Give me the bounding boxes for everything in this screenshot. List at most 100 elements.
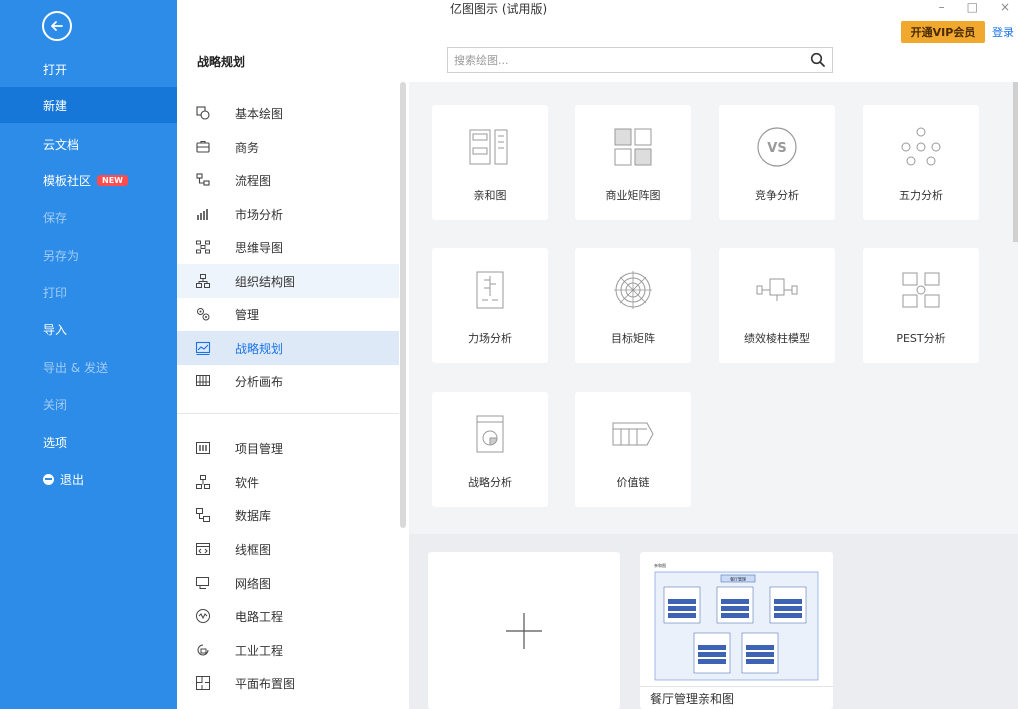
sidebar-item-open[interactable]: 打开 xyxy=(0,51,177,87)
industrial-icon xyxy=(194,641,212,659)
template-label: 力场分析 xyxy=(468,332,512,345)
category-label: 管理 xyxy=(235,307,260,322)
value-chain-icon xyxy=(603,412,663,456)
template-card-target-matrix[interactable]: 目标矩阵 xyxy=(575,248,691,363)
category-list: 基本绘图 商务 流程图 市场分析 思维导图 组织结构图 管理 战略规划 分析画布… xyxy=(177,94,405,709)
category-analysis-canvas[interactable]: 分析画布 xyxy=(177,364,399,398)
category-floor-plan[interactable]: 平面布置图 xyxy=(177,666,399,700)
template-card-competition[interactable]: VS 竞争分析 xyxy=(719,105,835,220)
sidebar-item-label: 关闭 xyxy=(43,397,68,412)
close-button[interactable]: × xyxy=(1000,0,1010,14)
sidebar-item-label: 模板社区 xyxy=(43,173,92,188)
maximize-button[interactable]: □ xyxy=(967,0,978,14)
sidebar-item-label: 新建 xyxy=(43,98,68,113)
pest-icon xyxy=(891,268,951,312)
category-project-management[interactable]: 项目管理 xyxy=(177,431,399,465)
thumb-corner-label: 亲和图 xyxy=(654,562,666,568)
category-label: 思维导图 xyxy=(235,240,284,255)
category-industrial[interactable]: 工业工程 xyxy=(177,633,399,667)
category-business[interactable]: 商务 xyxy=(177,130,399,164)
category-label: 流程图 xyxy=(235,173,272,188)
page-title: 战略规划 xyxy=(197,55,246,69)
network-icon xyxy=(194,574,212,592)
example-card-restaurant-affinity[interactable]: 亲和图 餐厅管理 餐厅管理亲和图 xyxy=(640,552,833,709)
sidebar-item-label: 保存 xyxy=(43,210,68,225)
category-strategy-planning[interactable]: 战略规划 xyxy=(177,331,399,365)
template-card-performance-prism[interactable]: 绩效棱柱模型 xyxy=(719,248,835,363)
login-link[interactable]: 登录 xyxy=(992,24,1014,40)
vip-button[interactable]: 开通VIP会员 xyxy=(901,21,985,43)
window-title: 亿图图示 (试用版) xyxy=(450,2,548,16)
category-network[interactable]: 网络图 xyxy=(177,566,399,600)
search-box xyxy=(447,47,833,73)
sidebar-item-template-community[interactable]: 模板社区 NEW xyxy=(0,162,177,198)
category-label: 电路工程 xyxy=(235,609,284,624)
category-management[interactable]: 管理 xyxy=(177,297,399,331)
category-basic-drawing[interactable]: 基本绘图 xyxy=(177,96,399,130)
shapes-icon xyxy=(194,104,212,122)
category-market-analysis[interactable]: 市场分析 xyxy=(177,197,399,231)
category-label: 分析画布 xyxy=(235,374,284,389)
vs-icon: VS xyxy=(747,125,807,169)
template-label: 亲和图 xyxy=(473,189,507,202)
category-mind-map[interactable]: 思维导图 xyxy=(177,230,399,264)
sidebar-item-save-as[interactable]: 另存为 xyxy=(0,237,177,273)
search-icon[interactable] xyxy=(810,52,826,68)
sidebar-item-label: 另存为 xyxy=(43,248,80,263)
gears-icon xyxy=(194,305,212,323)
svg-text:VS: VS xyxy=(767,141,786,156)
sidebar-item-export-send[interactable]: 导出 & 发送 xyxy=(0,349,177,385)
template-card-pest[interactable]: PEST分析 xyxy=(863,248,979,363)
template-card-affinity[interactable]: 亲和图 xyxy=(432,105,548,220)
new-blank-card[interactable] xyxy=(428,552,620,709)
minimize-button[interactable]: – xyxy=(939,0,945,14)
back-button[interactable] xyxy=(42,11,72,41)
sidebar-item-options[interactable]: 选项 xyxy=(0,424,177,460)
category-label: 数据库 xyxy=(235,508,272,523)
floorplan-icon xyxy=(194,674,212,692)
category-scrollbar[interactable] xyxy=(400,82,406,528)
card-divider xyxy=(640,686,833,687)
category-database[interactable]: 数据库 xyxy=(177,498,399,532)
circuit-icon xyxy=(194,607,212,625)
category-label: 平面布置图 xyxy=(235,676,296,691)
template-label: 价值链 xyxy=(616,476,650,489)
sidebar-item-label: 云文档 xyxy=(43,137,80,152)
sidebar-item-exit[interactable]: 退出 xyxy=(0,461,177,497)
performance-prism-icon xyxy=(747,268,807,312)
template-card-strategy-analysis[interactable]: 战略分析 xyxy=(432,392,548,507)
category-circuit[interactable]: 电路工程 xyxy=(177,599,399,633)
sidebar: 打开 新建 云文档 模板社区 NEW 保存 另存为 打印 导入 导出 & 发送 关… xyxy=(0,0,177,709)
category-label: 线框图 xyxy=(235,542,272,557)
category-flowchart[interactable]: 流程图 xyxy=(177,163,399,197)
template-card-force-field[interactable]: 力场分析 xyxy=(432,248,548,363)
category-software[interactable]: 软件 xyxy=(177,465,399,499)
sidebar-item-import[interactable]: 导入 xyxy=(0,311,177,347)
template-label: 战略分析 xyxy=(468,476,512,489)
search-input[interactable] xyxy=(454,51,794,69)
sidebar-item-close[interactable]: 关闭 xyxy=(0,386,177,422)
template-card-five-forces[interactable]: 五力分析 xyxy=(863,105,979,220)
gantt-icon xyxy=(194,439,212,457)
template-card-value-chain[interactable]: 价值链 xyxy=(575,392,691,507)
category-label: 商务 xyxy=(235,140,260,155)
category-wireframe[interactable]: 线框图 xyxy=(177,532,399,566)
sidebar-item-save[interactable]: 保存 xyxy=(0,199,177,235)
five-forces-icon xyxy=(891,125,951,169)
window-controls: – □ × xyxy=(939,0,1010,14)
template-card-business-matrix[interactable]: 商业矩阵图 xyxy=(575,105,691,220)
business-matrix-icon xyxy=(603,125,663,169)
category-label: 网络图 xyxy=(235,576,272,591)
sidebar-item-new[interactable]: 新建 xyxy=(0,87,177,123)
category-org-chart[interactable]: 组织结构图 xyxy=(177,264,399,298)
briefcase-icon xyxy=(194,138,212,156)
category-label: 工业工程 xyxy=(235,643,284,658)
sidebar-item-print[interactable]: 打印 xyxy=(0,274,177,310)
grid-scrollbar[interactable] xyxy=(1013,82,1018,242)
category-label: 市场分析 xyxy=(235,207,284,222)
target-matrix-icon xyxy=(603,268,663,312)
example-thumbnail: 亲和图 餐厅管理 xyxy=(654,562,819,681)
app-window: 打开 新建 云文档 模板社区 NEW 保存 另存为 打印 导入 导出 & 发送 关… xyxy=(0,0,1018,709)
template-label: PEST分析 xyxy=(896,332,946,345)
sidebar-item-cloud-docs[interactable]: 云文档 xyxy=(0,126,177,162)
